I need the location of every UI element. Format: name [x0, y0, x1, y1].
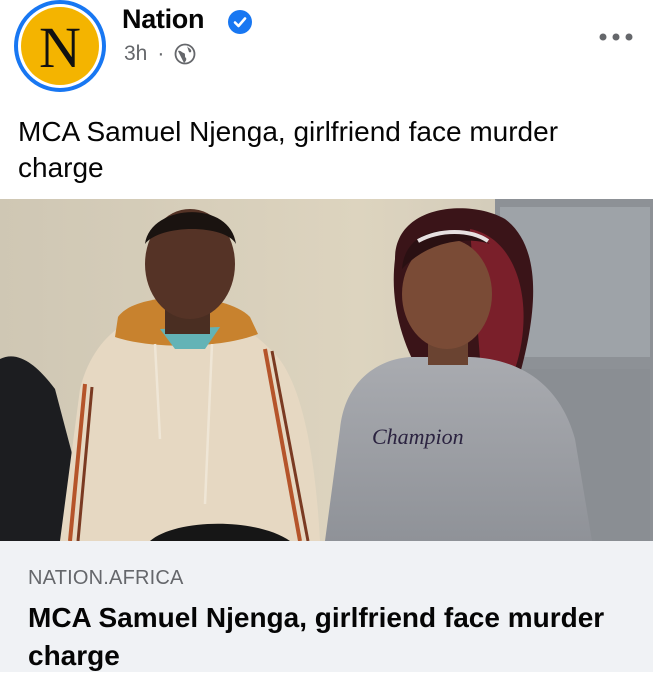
globe-icon — [174, 43, 196, 65]
page-avatar[interactable]: N — [14, 0, 106, 92]
post-text: MCA Samuel Njenga, girlfriend face murde… — [18, 116, 559, 183]
meta-separator: · — [157, 42, 165, 65]
post-header: N Nation 3h · — [0, 0, 653, 100]
verified-badge-icon — [228, 10, 252, 34]
link-title[interactable]: MCA Samuel Njenga, girlfriend face murde… — [28, 599, 638, 675]
link-domain: NATION.AFRICA — [28, 567, 184, 589]
post-time[interactable]: 3h — [124, 42, 147, 66]
page-name[interactable]: Nation — [122, 4, 205, 35]
post-meta: 3h · — [124, 42, 196, 66]
avatar-logo: N — [21, 7, 99, 85]
post-photo[interactable]: Champion — [0, 199, 653, 541]
more-options-icon[interactable] — [598, 26, 634, 48]
sweatshirt-print: Champion — [372, 424, 464, 449]
avatar-letter: N — [39, 15, 81, 80]
link-preview[interactable]: NATION.AFRICA MCA Samuel Njenga, girlfri… — [0, 541, 653, 672]
